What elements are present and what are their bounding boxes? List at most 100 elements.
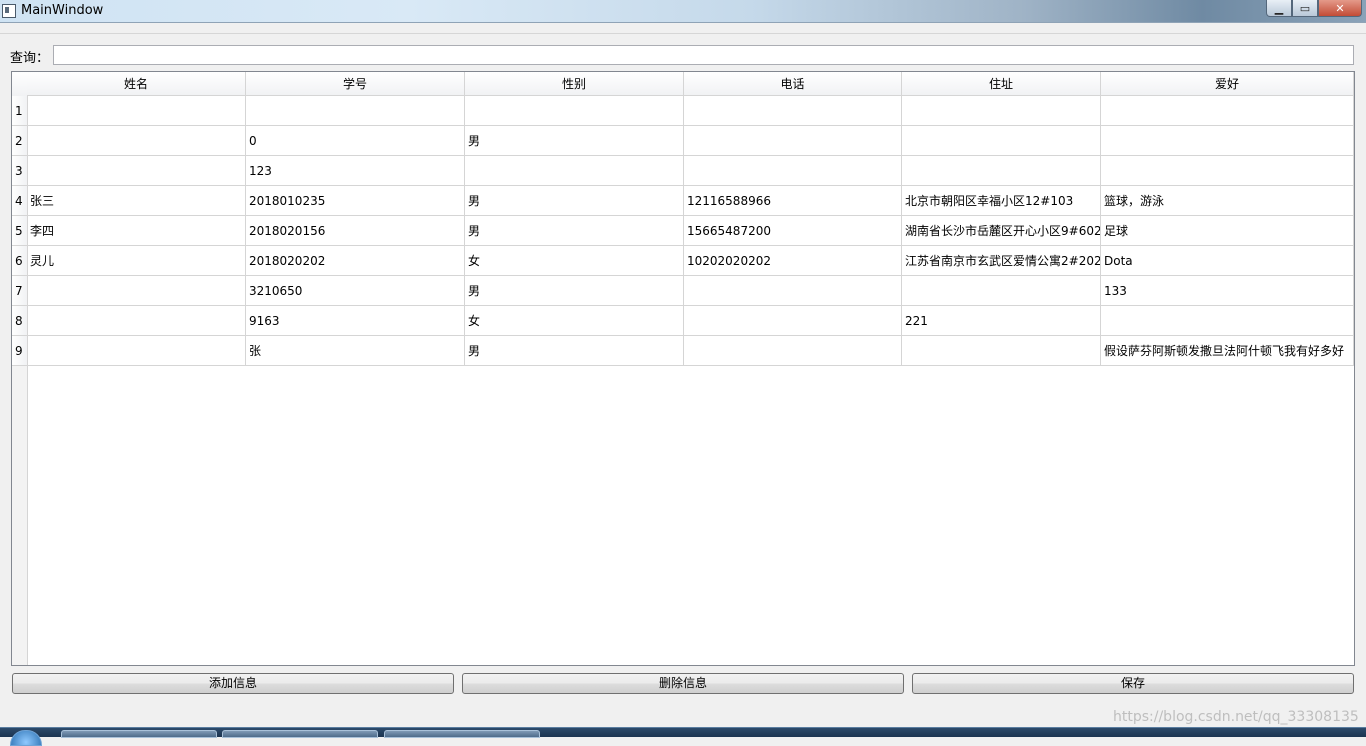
table-cell[interactable]: 张: [246, 336, 465, 366]
column-header[interactable]: 住址: [902, 72, 1101, 96]
table-cell[interactable]: 2018020202: [246, 246, 465, 276]
row-number[interactable]: 8: [12, 306, 27, 336]
query-input[interactable]: [53, 45, 1354, 65]
table-cell[interactable]: 李四: [27, 216, 246, 246]
table-cell[interactable]: [1101, 306, 1354, 336]
table-cell[interactable]: [684, 156, 902, 186]
table-cell[interactable]: [27, 306, 246, 336]
table-cell[interactable]: 2018010235: [246, 186, 465, 216]
table-cell[interactable]: [27, 126, 246, 156]
table-cell[interactable]: 男: [465, 276, 684, 306]
table-row: 灵儿 2018020202 女 10202020202 江苏省南京市玄武区爱情公寓2#2…: [27, 246, 1354, 276]
table-cell[interactable]: 15665487200: [684, 216, 902, 246]
table-cell[interactable]: 假设萨芬阿斯顿发撒旦法阿什顿飞我有好多好: [1101, 336, 1354, 366]
table-cell[interactable]: [902, 126, 1101, 156]
table-cell[interactable]: [27, 336, 246, 366]
table-cell[interactable]: [27, 96, 246, 126]
table-row: 0男: [27, 126, 1354, 156]
row-number[interactable]: 3: [12, 156, 27, 186]
table-cell[interactable]: 男: [465, 126, 684, 156]
table-cell[interactable]: 女: [465, 306, 684, 336]
table-cell[interactable]: [465, 96, 684, 126]
table-cell[interactable]: 男: [465, 216, 684, 246]
column-header[interactable]: 电话: [684, 72, 902, 96]
table-cell[interactable]: [465, 156, 684, 186]
table-cell[interactable]: [27, 276, 246, 306]
table-cell[interactable]: [1101, 156, 1354, 186]
table-cell[interactable]: [902, 276, 1101, 306]
row-number[interactable]: 7: [12, 276, 27, 306]
delete-info-button[interactable]: 删除信息: [462, 673, 904, 694]
table-cell[interactable]: [902, 156, 1101, 186]
table-corner-button[interactable]: [12, 72, 28, 97]
table-row: 3210650 男 133: [27, 276, 1354, 306]
table-cell[interactable]: 篮球，游泳: [1101, 186, 1354, 216]
taskbar-item[interactable]: [384, 730, 540, 738]
app-icon: [2, 4, 16, 18]
close-button[interactable]: ✕: [1318, 0, 1362, 17]
table-cell[interactable]: [27, 156, 246, 186]
table-cell[interactable]: 江苏省南京市玄武区爱情公寓2#202: [902, 246, 1101, 276]
table-cell[interactable]: 3210650: [246, 276, 465, 306]
table-cell[interactable]: 123: [246, 156, 465, 186]
table-cell[interactable]: 12116588966: [684, 186, 902, 216]
table-row: 李四 2018020156 男 15665487200 湖南省长沙市岳麓区开心小区9#6…: [27, 216, 1354, 246]
window-titlebar[interactable]: MainWindow ▁ ▭ ✕: [0, 0, 1366, 23]
table-cell[interactable]: Dota: [1101, 246, 1354, 276]
table-row: 123: [27, 156, 1354, 186]
table-cell[interactable]: 男: [465, 336, 684, 366]
table-header: 姓名 学号 性别 电话 住址 爱好: [27, 72, 1354, 96]
table-cell[interactable]: 男: [465, 186, 684, 216]
column-header[interactable]: 爱好: [1101, 72, 1354, 96]
row-number[interactable]: 9: [12, 336, 27, 366]
table-cell[interactable]: [902, 336, 1101, 366]
table-cell[interactable]: 9163: [246, 306, 465, 336]
row-header: 123456789: [12, 96, 28, 665]
table-row: [27, 96, 1354, 126]
table-cell[interactable]: [1101, 126, 1354, 156]
student-table[interactable]: 姓名 学号 性别 电话 住址 爱好 123456789 0 男 123 张三 2018010235…: [11, 71, 1355, 666]
minimize-button[interactable]: ▁: [1266, 0, 1292, 17]
save-button[interactable]: 保存: [912, 673, 1354, 694]
row-number[interactable]: 5: [12, 216, 27, 246]
row-number[interactable]: 4: [12, 186, 27, 216]
column-header[interactable]: 学号: [246, 72, 465, 96]
table-cell[interactable]: [902, 96, 1101, 126]
row-number[interactable]: 6: [12, 246, 27, 276]
maximize-icon: ▭: [1299, 1, 1311, 15]
table-cell[interactable]: [684, 306, 902, 336]
table-cell[interactable]: 湖南省长沙市岳麓区开心小区9#602: [902, 216, 1101, 246]
table-cell[interactable]: [684, 96, 902, 126]
column-header[interactable]: 姓名: [27, 72, 246, 96]
table-cell[interactable]: 灵儿: [27, 246, 246, 276]
taskbar-item[interactable]: [222, 730, 378, 738]
table-cell[interactable]: 10202020202: [684, 246, 902, 276]
table-cell[interactable]: 2018020156: [246, 216, 465, 246]
watermark: https://blog.csdn.net/qq_33308135: [1113, 709, 1359, 725]
table-cell[interactable]: 女: [465, 246, 684, 276]
table-cell[interactable]: [246, 96, 465, 126]
window-title: MainWindow: [21, 3, 104, 18]
table-cell[interactable]: 0: [246, 126, 465, 156]
table-cell[interactable]: 133: [1101, 276, 1354, 306]
table-cell[interactable]: [684, 276, 902, 306]
table-cell[interactable]: [1101, 96, 1354, 126]
table-cell[interactable]: 足球: [1101, 216, 1354, 246]
table-cell[interactable]: [684, 126, 902, 156]
table-cell[interactable]: [684, 336, 902, 366]
add-info-button[interactable]: 添加信息: [12, 673, 454, 694]
table-cell[interactable]: 北京市朝阳区幸福小区12#103: [902, 186, 1101, 216]
table-body: 0 男 123 张三 2018010235 男 12116588966 北京市朝阳区幸福小区1…: [27, 96, 1354, 366]
maximize-button[interactable]: ▭: [1292, 0, 1318, 17]
column-header[interactable]: 性别: [465, 72, 684, 96]
row-number[interactable]: 2: [12, 126, 27, 156]
row-number[interactable]: 1: [12, 96, 27, 126]
window-controls: ▁ ▭ ✕: [1266, 0, 1362, 18]
table-row: 张三 2018010235 男 12116588966 北京市朝阳区幸福小区12#103…: [27, 186, 1354, 216]
table-cell[interactable]: 张三: [27, 186, 246, 216]
start-button[interactable]: [10, 730, 42, 746]
menu-bar: [0, 23, 1366, 34]
close-icon: ✕: [1335, 1, 1345, 15]
table-cell[interactable]: 221: [902, 306, 1101, 336]
taskbar-item[interactable]: [61, 730, 217, 738]
